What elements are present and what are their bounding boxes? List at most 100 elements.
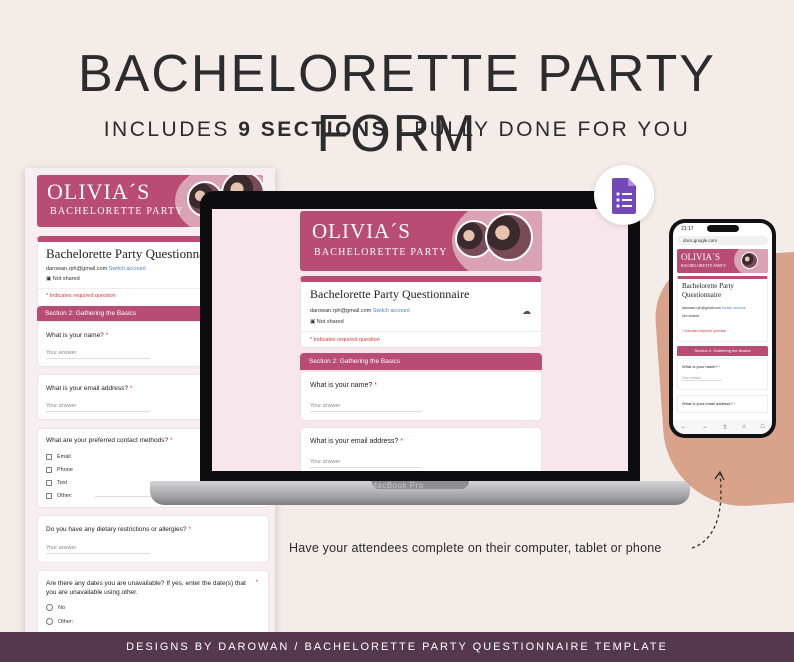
dietary-answer-input[interactable]: Your answer [46, 545, 150, 554]
google-forms-badge [594, 165, 654, 225]
laptop: OLIVIA´S BACHELORETTE PARTY Bachelorette… [200, 191, 640, 481]
banner-name: OLIVIA´S [681, 252, 720, 262]
question-card-dates: Are there any dates you are unavailable?… [37, 570, 269, 638]
headline: BACHELORETTE PARTY FORM [78, 45, 716, 163]
option-email[interactable]: Email [46, 454, 71, 460]
switch-account-link[interactable]: Switch account [722, 306, 746, 310]
banner-subtitle: BACHELORETTE PARTY [50, 206, 184, 217]
question-label: What is your email address? [46, 385, 129, 392]
required-star: * [129, 385, 133, 392]
phone-screen: 21:17 docs.google.com OLIVIA´S BACHELORE… [673, 223, 772, 434]
email-answer-input[interactable]: Your answer [310, 459, 422, 468]
option-other[interactable]: Other: [46, 493, 156, 499]
section-header: Section 2: Gathering the Basics [677, 346, 768, 356]
name-answer-input[interactable]: Your answer [46, 350, 150, 359]
share-icon[interactable]: ⇧ [722, 424, 727, 431]
switch-account-link[interactable]: Switch account [373, 308, 410, 314]
question-label: Do you have any dietary restrictions or … [46, 526, 187, 533]
subheadline-suffix: - FULLY DONE FOR YOU [388, 118, 691, 141]
banner-subtitle: BACHELORETTE PARTY [314, 247, 448, 258]
laptop-screen: OLIVIA´S BACHELORETTE PARTY Bachelorette… [212, 209, 628, 471]
form-header-card: Bachelorette Party Questionnaire darowan… [677, 276, 768, 342]
required-star: * [400, 438, 404, 445]
subheadline-prefix: INCLUDES [103, 118, 239, 141]
option-other[interactable]: Other: [46, 618, 73, 625]
form-banner: OLIVIA´S BACHELORETTE PARTY [677, 249, 768, 273]
banner-name: OLIVIA´S [312, 219, 411, 243]
account-email: darowan.rph@gmail.com [682, 306, 721, 310]
not-shared-label: Not shared [52, 276, 80, 282]
dynamic-island [707, 225, 739, 232]
checkbox[interactable] [46, 493, 52, 499]
question-card-email: What is your email address? * Your answe… [300, 427, 542, 471]
not-shared-line: ▣ Not shared [310, 319, 344, 325]
section-header: Section 2: Gathering the Basics [300, 353, 542, 370]
google-forms-icon [612, 178, 636, 214]
forward-icon[interactable]: → [701, 424, 707, 430]
option-label: Email [57, 454, 71, 460]
banner-name: OLIVIA´S [47, 179, 151, 204]
question-label: What is your name? [682, 364, 718, 369]
not-shared-label: Not shared [316, 319, 344, 325]
group-photo [741, 252, 758, 269]
subheadline-number: 9 [238, 118, 253, 141]
question-label: What are your preferred contact methods? [46, 437, 169, 444]
option-no[interactable]: No [46, 604, 65, 611]
account-email: darowan.rph@gmail.com [310, 308, 372, 314]
account-email: darowan.rph@gmail.com [46, 266, 108, 272]
question-card-dietary: Do you have any dietary restrictions or … [37, 515, 269, 563]
phone-url-bar[interactable]: docs.google.com [677, 236, 768, 245]
radio[interactable] [46, 604, 53, 611]
question-card-email: What is your email address? * [677, 395, 768, 413]
divider [301, 331, 541, 332]
required-star: * [733, 401, 736, 406]
question-label: What is your name? [46, 332, 104, 339]
radio[interactable] [46, 618, 53, 625]
phone: 21:17 docs.google.com OLIVIA´S BACHELORE… [669, 219, 776, 438]
switch-account-link[interactable]: Switch account [109, 266, 146, 272]
required-star: * [718, 364, 721, 369]
not-shared-icon: ▣ [310, 319, 316, 325]
phone-browser-toolbar: ← → ⇧ ⌂ □ [673, 420, 772, 434]
form-title-line2: Questionnaire [682, 291, 722, 300]
checkbox[interactable] [46, 454, 52, 460]
form-title-line1: Bachelorette Party [682, 282, 734, 290]
option-label: Other: [58, 618, 74, 625]
required-note: * Indicates required question [682, 329, 727, 333]
subheadline-bold: SECTIONS [252, 118, 389, 141]
subheadline: INCLUDES 9 SECTIONS - FULLY DONE FOR YOU [0, 118, 794, 142]
question-text: What is your name? * [310, 382, 377, 389]
question-card-name: What is your name? * Your answer [300, 371, 542, 421]
option-label: No [58, 604, 66, 611]
option-phone[interactable]: Phone [46, 467, 73, 473]
question-label: What is your email address? [682, 401, 733, 406]
question-label: Are there any dates you are unavailable?… [46, 580, 246, 597]
required-star: * [188, 526, 191, 533]
form-banner: OLIVIA´S BACHELORETTE PARTY [300, 211, 542, 271]
name-answer-input[interactable]: Your answer [682, 376, 722, 381]
name-answer-input[interactable]: Your answer [310, 403, 422, 412]
back-icon[interactable]: ← [680, 424, 686, 430]
tabs-icon[interactable]: □ [761, 424, 765, 430]
question-text: What is your email address? * [682, 401, 735, 406]
option-label: Other: [57, 493, 73, 499]
other-input[interactable] [95, 495, 156, 497]
not-shared-line: Not shared [682, 314, 699, 318]
question-text: What is your email address? * [310, 438, 403, 445]
checkbox[interactable] [46, 467, 52, 473]
question-text: Do you have any dietary restrictions or … [46, 526, 191, 533]
required-star: * [374, 382, 377, 389]
question-label: What is your name? [310, 382, 373, 389]
email-answer-input[interactable]: Your answer [46, 403, 150, 412]
home-icon[interactable]: ⌂ [742, 424, 746, 430]
not-shared-label: Not shared [682, 314, 700, 318]
question-text: What is your name? * [46, 332, 108, 339]
url-text: docs.google.com [683, 238, 718, 243]
banner-subtitle: BACHELORETTE PARTY [681, 263, 726, 268]
question-text: What is your name? * [682, 364, 720, 369]
question-text: Are there any dates you are unavailable?… [46, 579, 246, 597]
question-label: What is your email address? [310, 438, 399, 445]
account-line: darowan.rph@gmail.com Switch account [46, 266, 146, 272]
dashed-arrow-icon [691, 470, 725, 549]
option-label: Phone [57, 467, 73, 473]
